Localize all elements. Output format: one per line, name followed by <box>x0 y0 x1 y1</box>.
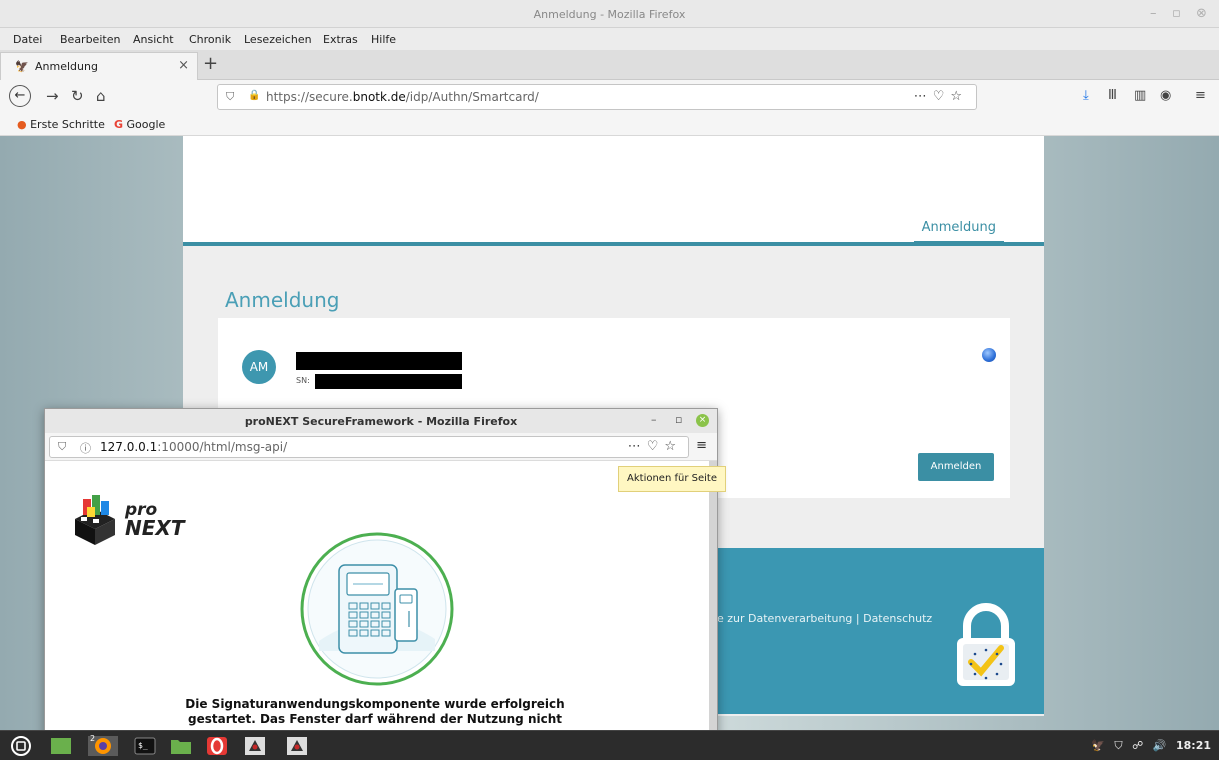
lock-icon[interactable]: 🔒 <box>248 90 260 101</box>
pronext-popup-window: proNEXT SecureFramework - Mozilla Firefo… <box>44 408 718 760</box>
popup-hamburger-menu-icon[interactable]: ≡ <box>696 438 707 453</box>
anmelden-button[interactable]: Anmelden <box>918 453 994 481</box>
firefox-icon: ● <box>17 118 27 131</box>
close-icon[interactable]: ⊗ <box>1196 6 1207 21</box>
google-icon: G <box>114 118 124 131</box>
menu-extras[interactable]: Extras <box>323 33 358 46</box>
bookmark-erste-schritte[interactable]: ● Erste Schritte <box>17 118 105 131</box>
footer-links[interactable]: e zur Datenverarbeitung | Datenschutz <box>717 612 932 625</box>
clock[interactable]: 18:21 <box>1176 739 1211 752</box>
menu-bearbeiten[interactable]: Bearbeiten <box>60 33 120 46</box>
popup-shield-icon[interactable]: ⛉ <box>58 440 66 454</box>
popup-page-actions-icon: ⋯ <box>627 439 647 454</box>
popup-info-icon[interactable]: ⓘ <box>80 440 91 456</box>
taskbar-firefox-button[interactable]: 2 <box>88 734 118 756</box>
page-actions[interactable]: ⋯♡☆ <box>914 89 968 104</box>
popup-titlebar: proNEXT SecureFramework - Mozilla Firefo… <box>45 409 717 433</box>
popup-message: Die Signaturanwendungskomponente wurde e… <box>185 697 565 726</box>
bookmarks-toolbar: ● Erste Schritte G Google <box>0 114 1219 136</box>
popup-close-icon[interactable]: × <box>696 414 709 427</box>
sidebar-icon[interactable]: ▥ <box>1134 88 1146 103</box>
bookmark-star-icon: ☆ <box>950 89 968 104</box>
page-title: Anmeldung <box>225 288 340 312</box>
svg-text:$_: $_ <box>138 741 148 750</box>
tab-close-icon[interactable]: × <box>178 58 189 73</box>
minimize-icon[interactable]: – <box>1150 6 1157 21</box>
menu-hilfe[interactable]: Hilfe <box>371 33 396 46</box>
tab-label: Anmeldung <box>35 60 98 73</box>
taskbar: 2 $_ 🦅 ⛉ ☍ 🔊 18:21 <box>0 730 1219 760</box>
card-reader-illustration-icon <box>300 532 454 686</box>
url-text[interactable]: https://secure.bnotk.de/idp/Authn/Smartc… <box>266 90 539 104</box>
svg-text:NEXT: NEXT <box>125 516 186 540</box>
menu-ansicht[interactable]: Ansicht <box>133 33 174 46</box>
popup-minimize-icon[interactable]: – <box>651 413 657 426</box>
popup-bookmark-star-icon: ☆ <box>664 439 682 454</box>
navigation-toolbar: ← → ↻ ⌂ ⛉ 🔒 https://secure.bnotk.de/idp/… <box>0 80 1219 114</box>
library-icon[interactable]: Ⅲ <box>1108 88 1117 103</box>
popup-pocket-icon: ♡ <box>646 439 665 454</box>
system-tray: 🦅 ⛉ ☍ 🔊 18:21 <box>1085 739 1211 753</box>
redacted-name <box>296 352 462 370</box>
tab-bar: 🦅 Anmeldung × + <box>0 50 1219 80</box>
back-icon[interactable]: ← <box>9 85 31 107</box>
window-titlebar: Anmeldung - Mozilla Firefox – ▫ ⊗ <box>0 0 1219 28</box>
popup-title: proNEXT SecureFramework - Mozilla Firefo… <box>244 415 518 428</box>
popup-url-bar[interactable]: ⛉ ⓘ 127.0.0.1:10000/html/msg-api/ ⋯♡☆ <box>49 436 689 458</box>
home-icon[interactable]: ⌂ <box>96 87 106 105</box>
page-actions-icon: ⋯ <box>913 89 933 104</box>
firefox-window-count: 2 <box>90 734 96 743</box>
popup-page-actions[interactable]: ⋯♡☆ <box>628 439 682 454</box>
reload-icon[interactable]: ↻ <box>71 87 84 105</box>
network-icon[interactable]: ☍ <box>1132 739 1143 752</box>
popup-navbar: ⛉ ⓘ 127.0.0.1:10000/html/msg-api/ ⋯♡☆ ≡ <box>45 433 717 461</box>
mint-menu-icon[interactable] <box>10 736 32 756</box>
menu-chronik[interactable]: Chronik <box>189 33 231 46</box>
notary-tray-icon[interactable]: 🦅 <box>1091 739 1105 752</box>
account-icon[interactable]: ◉ <box>1160 88 1171 103</box>
popup-body: pro NEXT Die Signaturanwendungskomponent… <box>45 461 709 759</box>
shield-tray-icon[interactable]: ⛉ <box>1114 739 1122 752</box>
volume-icon[interactable]: 🔊 <box>1153 739 1167 752</box>
redacted-serial <box>315 374 462 389</box>
download-icon[interactable]: ⤓ <box>1083 88 1089 103</box>
tab-anmeldung[interactable]: 🦅 Anmeldung × <box>0 52 198 80</box>
notary-favicon-icon: 🦅 <box>15 60 29 73</box>
forward-icon[interactable]: → <box>46 87 59 105</box>
page-actions-tooltip: Aktionen für Seite <box>618 466 726 492</box>
url-bar[interactable]: ⛉ 🔒 https://secure.bnotk.de/idp/Authn/Sm… <box>217 84 977 110</box>
files-folder-icon[interactable] <box>170 736 192 756</box>
pocket-icon: ♡ <box>932 89 951 104</box>
show-desktop-icon[interactable] <box>50 736 72 756</box>
firefox-taskbar-icon <box>95 738 111 754</box>
popup-scrollbar[interactable] <box>709 461 717 759</box>
menu-bar: Datei Bearbeiten Ansicht Chronik Lesezei… <box>0 28 1219 50</box>
page-header: Anmeldung <box>183 136 1044 246</box>
eu-trust-lock-icon <box>957 603 1015 686</box>
sn-label: SN: <box>296 376 310 385</box>
nav-anmeldung-link[interactable]: Anmeldung <box>913 220 1004 244</box>
menu-lesezeichen[interactable]: Lesezeichen <box>244 33 312 46</box>
hamburger-menu-icon[interactable]: ≡ <box>1195 88 1206 103</box>
new-tab-icon[interactable]: + <box>203 53 218 74</box>
opera-icon[interactable] <box>206 736 228 756</box>
window-title: Anmeldung - Mozilla Firefox <box>533 8 686 21</box>
certificate-radio-button[interactable] <box>982 348 996 362</box>
popup-maximize-icon[interactable]: ▫ <box>675 413 682 426</box>
maximize-icon[interactable]: ▫ <box>1172 6 1181 21</box>
bookmark-google[interactable]: G Google <box>114 118 165 131</box>
tracking-shield-icon[interactable]: ⛉ <box>226 90 234 104</box>
notary-app-icon-2[interactable] <box>286 736 308 756</box>
pronext-logo-icon: pro NEXT <box>75 495 186 545</box>
notary-app-icon[interactable] <box>244 736 266 756</box>
avatar: AM <box>242 350 276 384</box>
menu-datei[interactable]: Datei <box>13 33 42 46</box>
popup-url-text[interactable]: 127.0.0.1:10000/html/msg-api/ <box>100 440 287 454</box>
terminal-icon[interactable]: $_ <box>134 736 156 756</box>
